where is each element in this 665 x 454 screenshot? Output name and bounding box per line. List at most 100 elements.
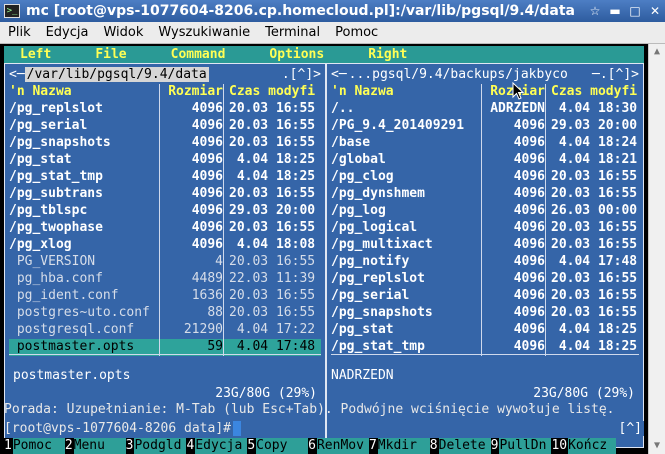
file-mtime: 22.03 11:39 [229,271,316,286]
directory-row[interactable]: /pg_dynshmem 4096 20.03 16:55 [331,186,639,203]
file-row[interactable]: pg_hba.conf 4489 22.03 11:39 [9,271,321,288]
function-key-8[interactable]: 8 Delete [429,438,491,454]
column-name[interactable]: 'n Nazwa [331,84,481,101]
menu-terminal[interactable]: Terminal [257,25,327,40]
file-row[interactable]: postgres~uto.conf 88 20.03 16:55 [9,305,321,322]
mc-menu-options[interactable]: Options [269,47,324,62]
mc-menu-command[interactable]: Command [171,47,226,62]
terminal-area[interactable]: Left File Command Options Right <─ /var/… [0,44,665,454]
file-name: /base [331,135,371,150]
file-mtime: 4.04 17:22 [229,322,316,337]
file-name: /pg_twophase [9,220,103,235]
directory-row[interactable]: /pg_xlog 4096 4.04 18:08 [9,237,321,254]
directory-row[interactable]: /pg_logical 4096 20.03 16:55 [331,220,639,237]
file-mtime: 20.03 16:55 [229,118,316,133]
file-mtime: 4.04 17:48 [551,254,638,269]
maximize-button[interactable]: □ [625,2,645,20]
column-time[interactable]: Czas modyfi [225,84,321,101]
directory-row[interactable]: /pg_twophase 4096 20.03 16:55 [9,220,321,237]
right-panel[interactable]: <─ ...pgsql/9.4/backups/jakbyco ─.[^]> '… [326,63,644,448]
function-key-5[interactable]: 5 Copy [247,438,309,454]
terminal-scrollbar[interactable]: ▲ ▼ [648,44,665,454]
column-size[interactable]: Rozmiar [161,84,223,101]
file-name: postgres~uto.conf [9,305,150,320]
function-key-label: Kończ [568,438,617,454]
directory-row[interactable]: /pg_serial 4096 20.03 16:55 [9,118,321,135]
right-panel-history-menu[interactable]: ─.[^]> [592,67,639,82]
file-mtime: 20.03 16:55 [229,135,316,150]
scroll-up-icon[interactable]: ▲ [649,44,665,60]
directory-row[interactable]: /pg_log 4096 26.03 00:00 [331,203,639,220]
file-mtime: 20.03 16:55 [551,220,638,235]
close-button[interactable]: ✕ [645,2,665,20]
minimize-button[interactable]: ▬ [605,2,625,20]
file-name: /pg_clog [331,169,394,184]
file-mtime: 20.03 16:55 [551,186,638,201]
mc-menu-file[interactable]: File [95,47,126,62]
function-key-9[interactable]: 9 PullDn [490,438,552,454]
function-key-3[interactable]: 3 Podgld [125,438,187,454]
directory-row[interactable]: /pg_subtrans 4096 20.03 16:55 [9,186,321,203]
scroll-down-icon[interactable]: ▼ [649,438,665,454]
menu-wyszukiwanie[interactable]: Wyszukiwanie [150,25,257,40]
directory-row[interactable]: /pg_snapshots 4096 20.03 16:55 [331,305,639,322]
function-key-4[interactable]: 4 Edycja [186,438,248,454]
directory-row[interactable]: /pg_tblspc 4096 29.03 20:00 [9,203,321,220]
directory-row[interactable]: /pg_clog 4096 20.03 16:55 [331,169,639,186]
directory-row[interactable]: /pg_multixact 4096 20.03 16:55 [331,237,639,254]
file-size: 4096 [513,186,545,201]
file-row[interactable]: PG_VERSION 4 20.03 16:55 [9,254,321,271]
command-history-button[interactable]: [^] [616,420,644,436]
function-key-10[interactable]: 10 Kończ [551,438,617,454]
function-key-6[interactable]: 6 RenMov [308,438,369,454]
function-key-2[interactable]: 2 Menu [64,438,126,454]
column-name[interactable]: 'n Nazwa [9,84,159,101]
directory-row[interactable]: /pg_replslot 4096 20.03 16:55 [9,101,321,118]
file-size: 4096 [513,152,545,167]
right-panel-history-button[interactable]: <─ [331,67,347,82]
function-key-label: Mkdir [377,438,430,454]
shell-prompt: [root@vps-1077604-8206 data]# [4,420,231,436]
mc-menu-right[interactable]: Right [368,47,407,62]
left-panel-history-button[interactable]: <─ [9,67,25,82]
directory-row[interactable]: /PG_9.4_201409291 4096 29.03 20:00 [331,118,639,135]
directory-row[interactable]: /pg_notify 4096 4.04 17:48 [331,254,639,271]
directory-row[interactable]: /pg_snapshots 4096 20.03 16:55 [9,135,321,152]
menu-plik[interactable]: Plik [0,25,38,40]
pin-window-icon[interactable]: ☆ [585,2,605,20]
directory-row[interactable]: /base 4096 4.04 18:24 [331,135,639,152]
directory-row[interactable]: /pg_serial 4096 20.03 16:55 [331,288,639,305]
directory-row[interactable]: /pg_stat 4096 4.04 18:25 [331,322,639,339]
directory-row[interactable]: /pg_stat_tmp 4096 4.04 18:25 [9,169,321,186]
directory-row[interactable]: /pg_stat 4096 4.04 18:25 [9,152,321,169]
directory-row[interactable]: /global 4096 4.04 18:21 [331,152,639,169]
file-name: /pg_log [331,203,386,218]
file-size: 4096 [191,186,223,201]
left-panel[interactable]: <─ /var/lib/pgsql/9.4/data .[^]> 'n Nazw… [4,63,326,448]
file-name: /pg_notify [331,254,410,269]
menu-edycja[interactable]: Edycja [38,25,96,40]
file-mtime: 20.03 16:55 [229,305,316,320]
left-panel-column-header: 'n Nazwa Rozmiar Czas modyfi [9,84,321,101]
column-time[interactable]: Czas modyfi [547,84,639,101]
mc-menubar: Left File Command Options Right [4,46,644,63]
function-key-7[interactable]: 7 Mkdir [368,438,430,454]
menu-pomoc[interactable]: Pomoc [327,25,385,40]
directory-row[interactable]: /pg_replslot 4096 20.03 16:55 [331,271,639,288]
file-mtime: 20.03 16:55 [229,186,316,201]
left-panel-history-menu[interactable]: .[^]> [282,67,321,82]
file-name: /pg_stat [9,152,72,167]
mc-menu-left[interactable]: Left [20,47,51,62]
function-key-number: 10 [551,438,569,454]
function-key-1[interactable]: 1 Pomoc [4,438,65,454]
command-line[interactable]: [root@vps-1077604-8206 data]# [^] [4,420,644,436]
left-panel-path: /var/lib/pgsql/9.4/data [24,66,209,82]
file-row[interactable]: postgresql.conf 21290 4.04 17:22 [9,322,321,339]
function-key-number: 5 [247,438,257,454]
menu-widok[interactable]: Widok [95,25,150,40]
file-mtime: 20.03 16:55 [229,288,316,303]
file-row[interactable]: pg_ident.conf 1636 20.03 16:55 [9,288,321,305]
file-mtime: 20.03 16:55 [229,220,316,235]
divider [9,354,321,355]
directory-row[interactable]: /.. ADRZEDN 4.04 18:30 [331,101,639,118]
